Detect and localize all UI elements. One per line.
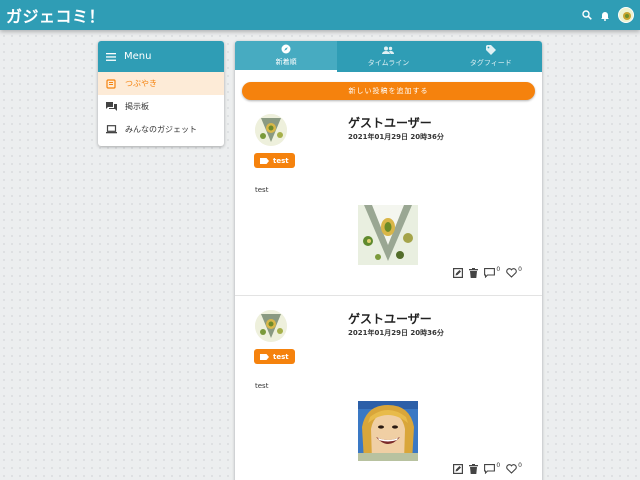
comment-count: 0 (496, 461, 501, 469)
edit-icon[interactable] (453, 268, 464, 278)
menu-item-label: みんなのガジェット (125, 125, 197, 134)
tab-label: タグフィード (469, 59, 512, 67)
app-bar: ガジェコミ！ (0, 0, 640, 30)
comment-icon[interactable] (484, 268, 496, 278)
tab-tag-feed[interactable]: タグフィード (440, 41, 542, 72)
post-username[interactable]: ゲストユーザー (348, 114, 432, 131)
menu-item-label: 掲示板 (125, 102, 149, 111)
menu-item-board[interactable]: 掲示板 (98, 95, 224, 118)
side-menu: Menu つぶやき 掲示板 みんなのガジェット (98, 41, 224, 146)
people-icon (382, 46, 395, 55)
post-date: 2021年01月29日 20時36分 (348, 329, 444, 337)
label-icon (260, 353, 269, 360)
tag-label: test (273, 352, 289, 361)
tag-icon (485, 45, 496, 55)
post-card: ゲストユーザー 2021年01月29日 20時36分 test test 0 0 (235, 296, 542, 480)
tab-label: タイムライン (367, 58, 410, 67)
feed-tabs: 新着順 タイムライン タグフィード (235, 41, 542, 72)
hamburger-icon[interactable] (106, 52, 116, 61)
tag-label: test (273, 156, 289, 165)
tab-newest[interactable]: 新着順 (235, 41, 338, 72)
edit-icon[interactable] (453, 464, 464, 474)
trash-icon[interactable] (469, 464, 479, 474)
post-username[interactable]: ゲストユーザー (348, 310, 432, 327)
app-title[interactable]: ガジェコミ！ (6, 3, 105, 27)
like-count: 0 (518, 265, 522, 273)
post-actions: 0 0 (453, 265, 522, 278)
post-actions: 0 0 (453, 461, 522, 474)
post-avatar[interactable] (255, 310, 287, 342)
heart-icon[interactable] (506, 268, 517, 278)
post-date: 2021年01月29日 20時36分 (348, 133, 444, 141)
search-icon[interactable] (582, 10, 592, 20)
post-text: test (255, 382, 269, 390)
menu-title: Menu (124, 51, 152, 62)
menu-item-label: つぶやき (125, 79, 157, 88)
post-image[interactable] (358, 205, 418, 265)
menu-item-gadgets[interactable]: みんなのガジェット (98, 118, 224, 141)
post-card: ゲストユーザー 2021年01月29日 20時36分 test test 0 0 (235, 100, 542, 296)
menu-header[interactable]: Menu (98, 41, 224, 72)
comment-count: 0 (496, 265, 501, 273)
like-count: 0 (518, 461, 522, 469)
post-avatar[interactable] (255, 114, 287, 146)
comment-icon[interactable] (484, 464, 496, 474)
laptop-icon (106, 125, 117, 134)
compass-icon (281, 44, 291, 54)
main-feed: 新着順 タイムライン タグフィード 新しい投稿を追加する ゲストユーザー 202… (235, 41, 542, 480)
tab-timeline[interactable]: タイムライン (337, 41, 439, 72)
post-text: test (255, 186, 269, 194)
tab-label: 新着順 (275, 58, 297, 66)
add-post-button[interactable]: 新しい投稿を追加する (242, 82, 535, 100)
tag-chip[interactable]: test (254, 349, 295, 364)
heart-icon[interactable] (506, 464, 517, 474)
bell-icon[interactable] (600, 10, 610, 21)
forum-icon (106, 101, 117, 112)
user-avatar[interactable] (618, 7, 634, 23)
appbar-actions (582, 7, 634, 23)
menu-item-tsubuyaki[interactable]: つぶやき (98, 72, 224, 95)
label-icon (260, 157, 269, 164)
trash-icon[interactable] (469, 268, 479, 278)
note-icon (106, 78, 117, 89)
post-image[interactable] (358, 401, 418, 461)
tag-chip[interactable]: test (254, 153, 295, 168)
